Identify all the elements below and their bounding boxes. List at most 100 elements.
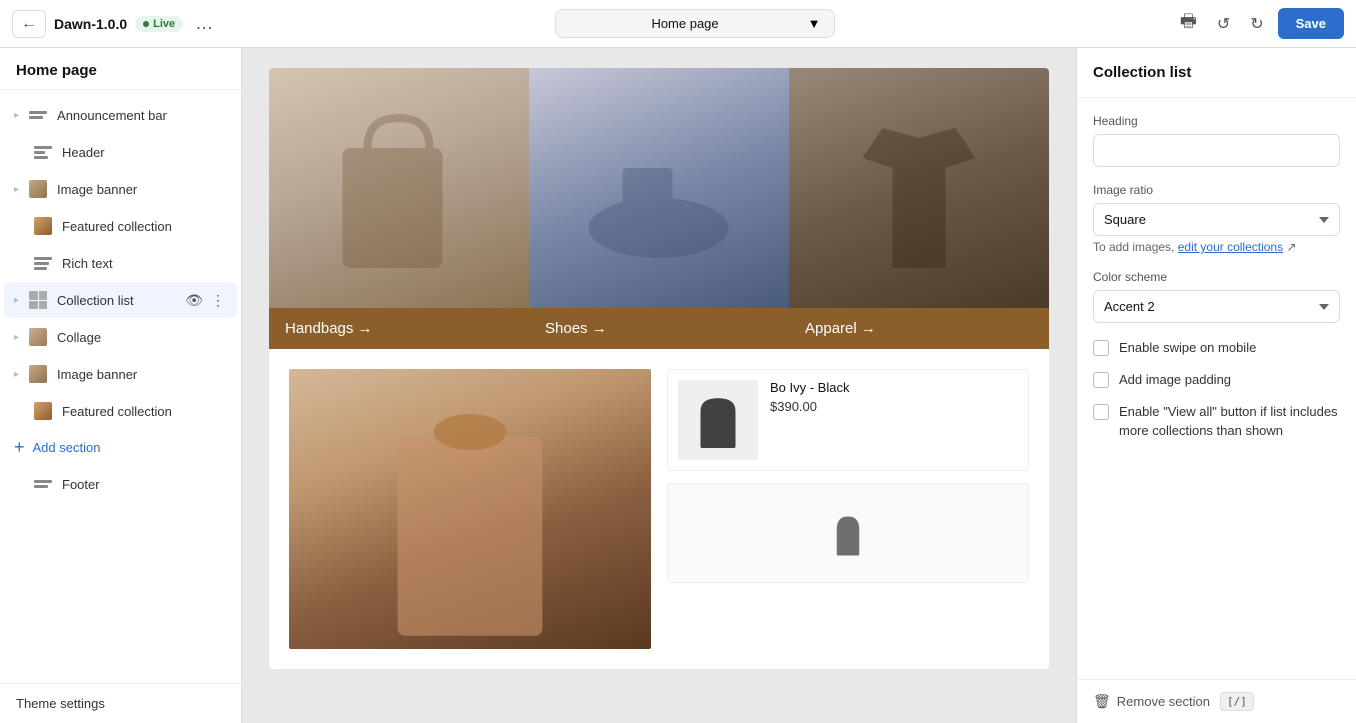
image-ratio-group: Image ratio Square Portrait Landscape Or… — [1093, 183, 1340, 254]
enable-swipe-group: Enable swipe on mobile — [1093, 339, 1340, 357]
collection-item-shoes: Shoes → — [529, 68, 789, 349]
image-ratio-select[interactable]: Square Portrait Landscape Original — [1093, 203, 1340, 236]
live-dot — [143, 21, 149, 27]
product-thumbnail-1 — [678, 380, 758, 460]
heading-group: Heading — [1093, 114, 1340, 167]
expand-arrow-icon: ▸ — [14, 332, 19, 343]
expand-arrow-icon: ▸ — [14, 295, 19, 306]
save-button[interactable]: Save — [1278, 8, 1344, 39]
more-button[interactable]: … — [191, 9, 217, 38]
drag-section-button[interactable]: ⋮ — [209, 290, 227, 311]
back-button[interactable]: ← — [12, 10, 46, 38]
sidebar-item-label: Image banner — [57, 182, 227, 197]
expand-arrow-icon: ▸ — [14, 110, 19, 121]
image-banner-icon — [27, 178, 49, 200]
shoes-image — [529, 68, 789, 308]
enable-view-all-group: Enable "View all" button if list include… — [1093, 403, 1340, 439]
featured-collection-icon — [32, 215, 54, 237]
sidebar-item-label: Rich text — [62, 256, 227, 271]
enable-view-all-label: Enable "View all" button if list include… — [1119, 403, 1340, 439]
sidebar-item-header[interactable]: Header — [4, 134, 237, 170]
sidebar-item-featured-collection-2[interactable]: Featured collection — [4, 393, 237, 429]
sidebar-item-label: Header — [62, 145, 227, 160]
right-panel-title: Collection list — [1093, 64, 1191, 81]
enable-swipe-checkbox[interactable] — [1093, 340, 1109, 356]
right-panel-header: Collection list — [1077, 48, 1356, 98]
sidebar-item-image-banner[interactable]: ▸ Image banner — [4, 171, 237, 207]
featured-collection-2-icon — [32, 400, 54, 422]
model-image — [289, 369, 651, 649]
remove-section-button[interactable]: 🗑 Remove section — [1093, 693, 1210, 710]
add-section-button[interactable]: + Add section — [4, 430, 237, 465]
enable-view-all-checkbox[interactable] — [1093, 404, 1109, 420]
apparel-label-text: Apparel → — [805, 320, 876, 337]
store-name: Dawn-1.0.0 — [54, 16, 127, 32]
announcement-bar-icon — [27, 104, 49, 126]
collection-list-icon — [27, 289, 49, 311]
edit-collections-link[interactable]: edit your collections — [1178, 240, 1283, 254]
color-scheme-select[interactable]: Default Accent 1 Accent 2 Inverse — [1093, 290, 1340, 323]
expand-arrow-icon: ▸ — [14, 369, 19, 380]
shortcut-badge: [/] — [1220, 692, 1254, 711]
add-image-padding-label: Add image padding — [1119, 371, 1231, 389]
image-banner-2-icon — [27, 363, 49, 385]
sidebar-footer: Theme settings — [0, 683, 241, 723]
sidebar-item-label: Footer — [62, 477, 227, 492]
sidebar-item-label: Featured collection — [62, 404, 227, 419]
collection-item-handbags: Handbags → — [269, 68, 529, 349]
sidebar-item-collage[interactable]: ▸ Collage — [4, 319, 237, 355]
right-panel-content: Heading Image ratio Square Portrait Land… — [1077, 98, 1356, 679]
sidebar-item-label: Collection list — [57, 293, 175, 308]
main-layout: Home page ▸ Announcement bar — [0, 48, 1356, 723]
image-ratio-label: Image ratio — [1093, 183, 1340, 197]
right-panel: Collection list Heading Image ratio Squa… — [1076, 48, 1356, 723]
sidebar-item-announcement-bar[interactable]: ▸ Announcement bar — [4, 97, 237, 133]
header-icon — [32, 141, 54, 163]
topbar: ← Dawn-1.0.0 Live … Home page ▼ 🖶 ↺ ↻ Sa… — [0, 0, 1356, 48]
sidebar-item-featured-collection-1[interactable]: Featured collection — [4, 208, 237, 244]
shoes-label: Shoes → — [529, 308, 789, 349]
canvas-inner: Handbags → Shoes → — [269, 68, 1049, 669]
heading-input[interactable] — [1093, 134, 1340, 167]
theme-settings-link[interactable]: Theme settings — [16, 696, 105, 711]
product-card-2 — [667, 483, 1029, 583]
apparel-image — [789, 68, 1049, 308]
shoes-label-text: Shoes → — [545, 320, 607, 337]
sidebar-item-collection-list[interactable]: ▸ Collection list 👁 ⋮ — [4, 282, 237, 318]
sidebar-item-footer[interactable]: Footer — [4, 466, 237, 502]
trash-icon: 🗑 — [1093, 693, 1111, 710]
undo-button[interactable]: ↺ — [1211, 10, 1236, 38]
page-selector[interactable]: Home page ▼ — [555, 9, 835, 38]
collection-item-apparel: Apparel → — [789, 68, 1049, 349]
color-scheme-label: Color scheme — [1093, 270, 1340, 284]
sidebar-list: ▸ Announcement bar Header — [0, 90, 241, 683]
add-image-padding-group: Add image padding — [1093, 371, 1340, 389]
plus-icon: + — [14, 437, 25, 458]
sidebar-item-rich-text[interactable]: Rich text — [4, 245, 237, 281]
hide-section-button[interactable]: 👁 — [183, 290, 205, 311]
sidebar-item-label: Image banner — [57, 367, 227, 382]
add-section-label: Add section — [33, 440, 101, 455]
add-image-padding-checkbox[interactable] — [1093, 372, 1109, 388]
handbags-image — [269, 68, 529, 308]
canvas: Handbags → Shoes → — [242, 48, 1076, 723]
handbags-label-text: Handbags → — [285, 320, 373, 337]
product-info-1: Bo Ivy - Black $390.00 — [770, 380, 1018, 460]
sidebar-item-label: Featured collection — [62, 219, 227, 234]
sidebar-item-image-banner-2[interactable]: ▸ Image banner — [4, 356, 237, 392]
heading-label: Heading — [1093, 114, 1340, 128]
helper-text: To add images, edit your collections ↗ — [1093, 240, 1340, 254]
product-card-1: Bo Ivy - Black $390.00 — [667, 369, 1029, 471]
expand-arrow-icon: ▸ — [14, 184, 19, 195]
desktop-view-button[interactable]: 🖶 — [1174, 5, 1203, 43]
topbar-left: ← Dawn-1.0.0 Live … — [12, 9, 217, 38]
live-badge: Live — [135, 16, 183, 32]
right-panel-footer: 🗑 Remove section [/] — [1077, 679, 1356, 723]
remove-section-label: Remove section — [1117, 694, 1210, 709]
sidebar-title: Home page — [16, 62, 97, 79]
enable-swipe-label: Enable swipe on mobile — [1119, 339, 1256, 357]
color-scheme-group: Color scheme Default Accent 1 Accent 2 I… — [1093, 270, 1340, 323]
external-link-icon: ↗ — [1286, 240, 1296, 254]
redo-button[interactable]: ↻ — [1244, 10, 1269, 38]
live-label: Live — [153, 18, 175, 30]
